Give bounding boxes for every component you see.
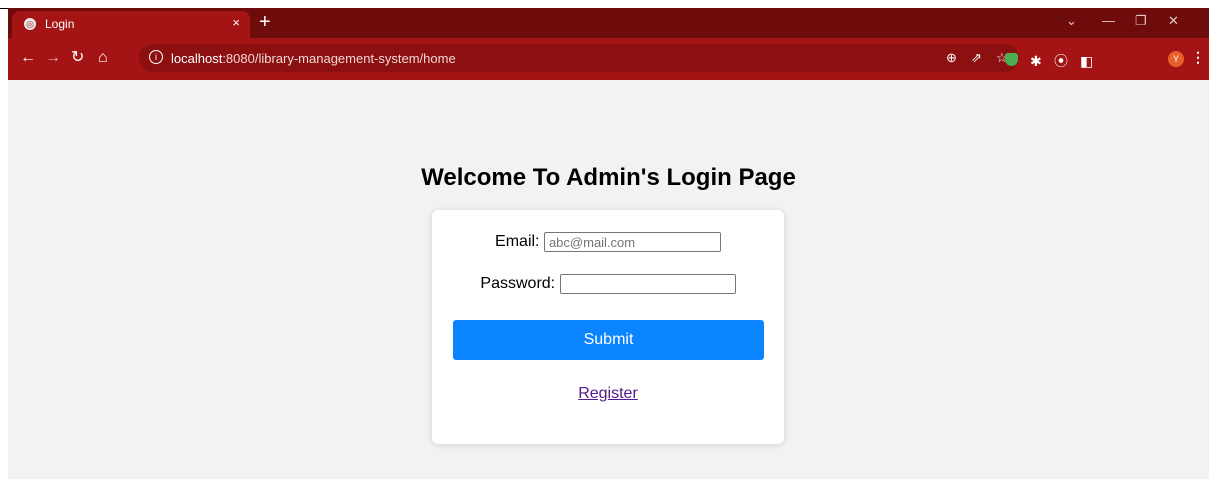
new-tab-button[interactable]: + [259, 11, 271, 33]
restore-button[interactable]: ❐ [1135, 13, 1147, 29]
back-button[interactable]: ← [20, 48, 36, 68]
browser-window: ◎ Login × + ⌄ — ❐ ✕ ← → ↻ ⌂ i localhost:… [8, 8, 1209, 479]
shield-extension-icon[interactable] [1005, 53, 1018, 66]
tab-title: Login [45, 17, 75, 31]
tab-strip: ◎ Login × + ⌄ — ❐ ✕ [8, 8, 1209, 38]
login-card: Email: Password: Submit Register [432, 210, 784, 444]
tab-search-icon[interactable]: ⌄ [1066, 13, 1077, 29]
password-row: Password: [432, 274, 784, 294]
forward-button[interactable]: → [45, 48, 61, 68]
email-label: Email: [495, 233, 540, 250]
url-host: localhost [171, 51, 223, 66]
password-label: Password: [480, 275, 556, 292]
extensions-puzzle-icon[interactable]: ✱ [1030, 54, 1042, 68]
side-panel-icon[interactable]: ◧ [1080, 54, 1093, 68]
url-text[interactable]: localhost:8080/library-management-system… [171, 51, 456, 66]
url-path: :8080/library-management-system/home [222, 51, 456, 66]
password-input[interactable] [559, 274, 736, 294]
media-icon[interactable]: ⦿ [1054, 54, 1068, 68]
profile-avatar[interactable]: Y [1168, 51, 1184, 67]
submit-button[interactable]: Submit [453, 320, 764, 360]
email-input[interactable] [543, 232, 721, 252]
zoom-icon[interactable]: ⊕ [946, 50, 957, 66]
register-link[interactable]: Register [432, 385, 784, 403]
tab-close-button[interactable]: × [232, 15, 240, 30]
home-icon[interactable]: ⌂ [98, 48, 108, 68]
site-info-icon[interactable]: i [149, 50, 163, 64]
page-title: Welcome To Admin's Login Page [421, 164, 796, 191]
minimize-button[interactable]: — [1102, 13, 1115, 28]
reload-button[interactable]: ↻ [71, 48, 84, 68]
address-bar[interactable]: i localhost:8080/library-management-syst… [139, 44, 1019, 72]
menu-kebab-icon[interactable]: ⋮ [1191, 49, 1205, 66]
share-icon[interactable]: ⇗ [971, 50, 982, 66]
tab-login[interactable]: ◎ Login × [12, 11, 250, 38]
browser-toolbar: ← → ↻ ⌂ i localhost:8080/library-managem… [8, 38, 1209, 80]
close-window-button[interactable]: ✕ [1168, 13, 1179, 29]
globe-icon: ◎ [24, 18, 36, 30]
email-row: Email: [432, 232, 784, 252]
